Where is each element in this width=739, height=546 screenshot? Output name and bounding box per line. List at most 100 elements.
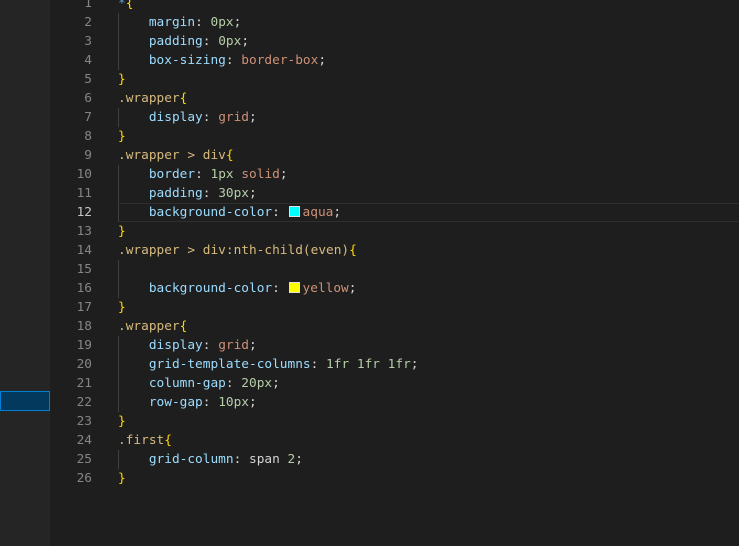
- token-sel: .first: [118, 433, 165, 448]
- token-sel: .wrapper: [118, 319, 180, 334]
- token-punc: :: [202, 186, 219, 201]
- token-punc: ;: [272, 376, 280, 391]
- code-line[interactable]: 14 .wrapper > div:nth-child(even){: [50, 241, 739, 260]
- line-number: 15: [76, 262, 92, 277]
- code-editor[interactable]: 1 *{2 margin: 0px; 3 padding: 0px; 4 box-si…: [50, 0, 739, 546]
- line-number: 8: [84, 129, 92, 144]
- token-punc: :: [202, 34, 219, 49]
- line-number: 16: [76, 281, 92, 296]
- code-text: }: [118, 222, 739, 241]
- indent-guide: [118, 260, 119, 279]
- line-number: 9: [84, 148, 92, 163]
- token-prop: grid-column: [148, 452, 234, 467]
- line-number: 1: [84, 0, 92, 11]
- code-text: }: [118, 127, 739, 146]
- token-punc: ;: [249, 338, 257, 353]
- token-prop: display: [148, 110, 203, 125]
- token-brace: }: [118, 300, 126, 315]
- token-punc: :: [233, 452, 249, 467]
- token-prop: padding: [148, 186, 203, 201]
- code-line[interactable]: 5}: [50, 70, 739, 89]
- line-number: 4: [84, 53, 92, 68]
- token-punc: ;: [249, 395, 257, 410]
- code-text: .first{: [118, 431, 739, 450]
- token-prop: grid-template-columns: [148, 357, 311, 372]
- line-number: 21: [76, 376, 92, 391]
- token-punc: ;: [249, 110, 257, 125]
- code-line[interactable]: 26}: [50, 469, 739, 488]
- code-line[interactable]: 23}: [50, 412, 739, 431]
- token-punc: :: [202, 338, 219, 353]
- line-number: 12: [76, 205, 92, 220]
- code-line[interactable]: 18 .wrapper{: [50, 317, 739, 336]
- code-line[interactable]: 13}: [50, 222, 739, 241]
- sidebar: [0, 0, 50, 546]
- code-line[interactable]: 16 background-color: yellow;: [50, 279, 739, 298]
- code-text: box-sizing: border-box;: [118, 51, 739, 70]
- token-punc: ;: [348, 281, 357, 296]
- line-number: 26: [76, 471, 92, 486]
- token-val: aqua: [302, 205, 334, 220]
- line-number: 10: [76, 167, 92, 182]
- code-text: border: 1px solid;: [118, 165, 739, 184]
- line-number: 5: [84, 72, 92, 87]
- color-swatch[interactable]: [288, 206, 300, 217]
- code-line[interactable]: 17}: [50, 298, 739, 317]
- code-line[interactable]: 24 .first{: [50, 431, 739, 450]
- code-line[interactable]: 8}: [50, 127, 739, 146]
- token-punc: ;: [233, 15, 242, 30]
- code-line[interactable]: 9 .wrapper > div{: [50, 146, 739, 165]
- line-number: 23: [76, 414, 92, 429]
- code-text: }: [118, 469, 739, 488]
- code-line[interactable]: 22 row-gap: 10px;: [50, 393, 739, 412]
- code-line[interactable]: 25 grid-column: span 2;: [50, 450, 739, 469]
- code-text: background-color: yellow;: [118, 279, 739, 298]
- code-line[interactable]: 6 .wrapper{: [50, 89, 739, 108]
- token-punc: ;: [318, 53, 327, 68]
- token-prop: background-color: [148, 205, 273, 220]
- code-line[interactable]: 1 *{: [50, 0, 739, 13]
- code-line[interactable]: 2 margin: 0px;: [50, 13, 739, 32]
- code-line[interactable]: 19 display: grid;: [50, 336, 739, 355]
- color-swatch[interactable]: [288, 282, 300, 293]
- code-line[interactable]: 15: [50, 260, 739, 279]
- token-prop: row-gap: [148, 395, 203, 410]
- code-line[interactable]: 4 box-sizing: border-box;: [50, 51, 739, 70]
- code-line[interactable]: 10 border: 1px solid;: [50, 165, 739, 184]
- token-punc: ;: [249, 186, 257, 201]
- token-prop: box-sizing: [148, 53, 226, 68]
- token-brace: }: [118, 129, 126, 144]
- code-line[interactable]: 20 grid-template-columns: 1fr 1fr 1fr;: [50, 355, 739, 374]
- token-brace: {: [125, 0, 134, 11]
- token-val: solid: [241, 167, 280, 182]
- sidebar-selected-item[interactable]: [0, 391, 50, 411]
- token-num: 30px: [218, 186, 250, 201]
- token-num: 1px: [210, 167, 234, 182]
- token-brace: {: [349, 243, 357, 258]
- code-text: padding: 0px;: [118, 32, 739, 51]
- token-val: yellow: [302, 281, 349, 296]
- token-punc: ;: [410, 357, 419, 372]
- code-text: }: [118, 298, 739, 317]
- token-punc: :: [195, 15, 211, 30]
- token-punc: :: [310, 357, 327, 372]
- code-line[interactable]: 11 padding: 30px;: [50, 184, 739, 203]
- token-punc: :: [225, 376, 242, 391]
- code-text: grid-column: span 2;: [118, 450, 739, 469]
- code-line[interactable]: 3 padding: 0px;: [50, 32, 739, 51]
- code-line[interactable]: 7 display: grid;: [50, 108, 739, 127]
- token-brace: {: [179, 91, 188, 106]
- token-prop: background-color: [148, 281, 273, 296]
- code-line[interactable]: 12 background-color: aqua;: [50, 203, 739, 222]
- line-number: 19: [76, 338, 92, 353]
- code-line[interactable]: 21 column-gap: 20px;: [50, 374, 739, 393]
- token-num: 1fr 1fr 1fr: [326, 357, 411, 372]
